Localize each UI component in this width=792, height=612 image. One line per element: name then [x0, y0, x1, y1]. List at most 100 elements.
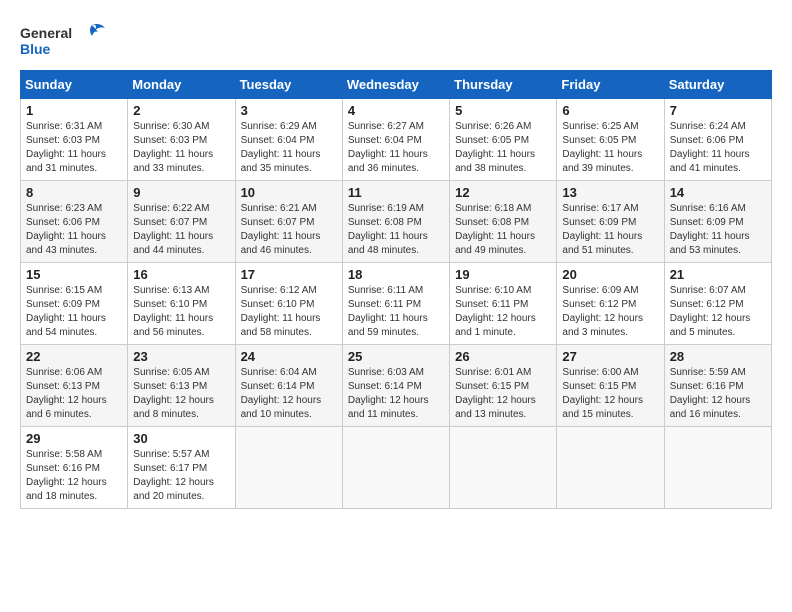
day-info: Sunrise: 6:17 AM Sunset: 6:09 PM Dayligh… — [562, 202, 658, 258]
day-number: 22 — [26, 349, 122, 364]
svg-text:General: General — [20, 25, 72, 41]
calendar-day-cell — [342, 427, 449, 509]
day-info: Sunrise: 5:59 AM Sunset: 6:16 PM Dayligh… — [670, 366, 766, 422]
day-of-week-header: Wednesday — [342, 71, 449, 99]
day-of-week-header: Thursday — [450, 71, 557, 99]
calendar-week-row: 8Sunrise: 6:23 AM Sunset: 6:06 PM Daylig… — [21, 181, 772, 263]
day-number: 14 — [670, 185, 766, 200]
day-info: Sunrise: 6:24 AM Sunset: 6:06 PM Dayligh… — [670, 120, 766, 176]
calendar-day-cell: 30 Sunrise: 5:57 AM Sunset: 6:17 PM Dayli… — [128, 427, 235, 509]
day-number: 24 — [241, 349, 337, 364]
day-info: Sunrise: 6:26 AM Sunset: 6:05 PM Dayligh… — [455, 120, 551, 176]
day-info: Sunrise: 5:58 AM Sunset: 6:16 PM Dayligh… — [26, 448, 122, 504]
calendar-day-cell: 6 Sunrise: 6:25 AM Sunset: 6:05 PM Daylig… — [557, 99, 664, 181]
day-of-week-header: Tuesday — [235, 71, 342, 99]
calendar-day-cell: 28 Sunrise: 5:59 AM Sunset: 6:16 PM Dayli… — [664, 345, 771, 427]
day-info: Sunrise: 6:22 AM Sunset: 6:07 PM Dayligh… — [133, 202, 229, 258]
day-number: 30 — [133, 431, 229, 446]
day-info: Sunrise: 6:12 AM Sunset: 6:10 PM Dayligh… — [241, 284, 337, 340]
day-info: Sunrise: 6:15 AM Sunset: 6:09 PM Dayligh… — [26, 284, 122, 340]
logo: General Blue — [20, 20, 110, 60]
day-info: Sunrise: 6:16 AM Sunset: 6:09 PM Dayligh… — [670, 202, 766, 258]
day-number: 12 — [455, 185, 551, 200]
calendar-week-row: 29 Sunrise: 5:58 AM Sunset: 6:16 PM Dayli… — [21, 427, 772, 509]
day-number: 13 — [562, 185, 658, 200]
logo-icon: General Blue — [20, 20, 110, 60]
calendar-day-cell: 14 Sunrise: 6:16 AM Sunset: 6:09 PM Dayli… — [664, 181, 771, 263]
day-info: Sunrise: 6:30 AM Sunset: 6:03 PM Dayligh… — [133, 120, 229, 176]
day-info: Sunrise: 6:07 AM Sunset: 6:12 PM Dayligh… — [670, 284, 766, 340]
calendar-body: 1 Sunrise: 6:31 AM Sunset: 6:03 PM Daylig… — [21, 99, 772, 509]
day-of-week-header: Sunday — [21, 71, 128, 99]
calendar-header: SundayMondayTuesdayWednesdayThursdayFrid… — [21, 71, 772, 99]
calendar-day-cell: 29 Sunrise: 5:58 AM Sunset: 6:16 PM Dayli… — [21, 427, 128, 509]
calendar-day-cell: 1 Sunrise: 6:31 AM Sunset: 6:03 PM Daylig… — [21, 99, 128, 181]
day-number: 6 — [562, 103, 658, 118]
calendar-day-cell: 15 Sunrise: 6:15 AM Sunset: 6:09 PM Dayli… — [21, 263, 128, 345]
day-number: 8 — [26, 185, 122, 200]
day-number: 23 — [133, 349, 229, 364]
calendar-day-cell: 7 Sunrise: 6:24 AM Sunset: 6:06 PM Daylig… — [664, 99, 771, 181]
calendar-day-cell: 12 Sunrise: 6:18 AM Sunset: 6:08 PM Dayli… — [450, 181, 557, 263]
calendar-day-cell: 16 Sunrise: 6:13 AM Sunset: 6:10 PM Dayli… — [128, 263, 235, 345]
day-info: Sunrise: 6:01 AM Sunset: 6:15 PM Dayligh… — [455, 366, 551, 422]
day-number: 7 — [670, 103, 766, 118]
day-number: 21 — [670, 267, 766, 282]
calendar-day-cell: 23 Sunrise: 6:05 AM Sunset: 6:13 PM Dayli… — [128, 345, 235, 427]
day-number: 25 — [348, 349, 444, 364]
day-info: Sunrise: 6:00 AM Sunset: 6:15 PM Dayligh… — [562, 366, 658, 422]
calendar-day-cell: 9 Sunrise: 6:22 AM Sunset: 6:07 PM Daylig… — [128, 181, 235, 263]
day-of-week-header: Friday — [557, 71, 664, 99]
calendar-day-cell: 26 Sunrise: 6:01 AM Sunset: 6:15 PM Dayli… — [450, 345, 557, 427]
day-number: 1 — [26, 103, 122, 118]
day-info: Sunrise: 6:09 AM Sunset: 6:12 PM Dayligh… — [562, 284, 658, 340]
calendar-day-cell: 17 Sunrise: 6:12 AM Sunset: 6:10 PM Dayli… — [235, 263, 342, 345]
calendar-day-cell: 24Sunrise: 6:04 AM Sunset: 6:14 PM Dayli… — [235, 345, 342, 427]
calendar-day-cell: 3 Sunrise: 6:29 AM Sunset: 6:04 PM Daylig… — [235, 99, 342, 181]
calendar-week-row: 22 Sunrise: 6:06 AM Sunset: 6:13 PM Dayli… — [21, 345, 772, 427]
calendar-day-cell: 25 Sunrise: 6:03 AM Sunset: 6:14 PM Dayli… — [342, 345, 449, 427]
day-info: Sunrise: 6:13 AM Sunset: 6:10 PM Dayligh… — [133, 284, 229, 340]
page-header: General Blue — [20, 20, 772, 60]
day-of-week-header: Saturday — [664, 71, 771, 99]
calendar-day-cell — [235, 427, 342, 509]
calendar-table: SundayMondayTuesdayWednesdayThursdayFrid… — [20, 70, 772, 509]
day-number: 17 — [241, 267, 337, 282]
day-info: Sunrise: 6:18 AM Sunset: 6:08 PM Dayligh… — [455, 202, 551, 258]
day-number: 3 — [241, 103, 337, 118]
calendar-day-cell — [664, 427, 771, 509]
day-info: Sunrise: 6:27 AM Sunset: 6:04 PM Dayligh… — [348, 120, 444, 176]
day-number: 2 — [133, 103, 229, 118]
day-info: Sunrise: 6:03 AM Sunset: 6:14 PM Dayligh… — [348, 366, 444, 422]
day-number: 20 — [562, 267, 658, 282]
day-number: 15 — [26, 267, 122, 282]
calendar-day-cell: 18Sunrise: 6:11 AM Sunset: 6:11 PM Dayli… — [342, 263, 449, 345]
day-number: 9 — [133, 185, 229, 200]
calendar-day-cell: 5Sunrise: 6:26 AM Sunset: 6:05 PM Daylig… — [450, 99, 557, 181]
day-of-week-header: Monday — [128, 71, 235, 99]
calendar-day-cell: 22 Sunrise: 6:06 AM Sunset: 6:13 PM Dayli… — [21, 345, 128, 427]
days-of-week-row: SundayMondayTuesdayWednesdayThursdayFrid… — [21, 71, 772, 99]
calendar-day-cell: 13 Sunrise: 6:17 AM Sunset: 6:09 PM Dayli… — [557, 181, 664, 263]
day-info: Sunrise: 6:25 AM Sunset: 6:05 PM Dayligh… — [562, 120, 658, 176]
day-info: Sunrise: 6:05 AM Sunset: 6:13 PM Dayligh… — [133, 366, 229, 422]
day-number: 28 — [670, 349, 766, 364]
svg-text:Blue: Blue — [20, 41, 51, 57]
day-number: 16 — [133, 267, 229, 282]
calendar-day-cell: 11Sunrise: 6:19 AM Sunset: 6:08 PM Dayli… — [342, 181, 449, 263]
calendar-day-cell — [450, 427, 557, 509]
day-number: 26 — [455, 349, 551, 364]
day-info: Sunrise: 6:06 AM Sunset: 6:13 PM Dayligh… — [26, 366, 122, 422]
day-info: Sunrise: 6:29 AM Sunset: 6:04 PM Dayligh… — [241, 120, 337, 176]
day-number: 29 — [26, 431, 122, 446]
calendar-day-cell: 27 Sunrise: 6:00 AM Sunset: 6:15 PM Dayli… — [557, 345, 664, 427]
day-info: Sunrise: 6:31 AM Sunset: 6:03 PM Dayligh… — [26, 120, 122, 176]
calendar-day-cell: 8Sunrise: 6:23 AM Sunset: 6:06 PM Daylig… — [21, 181, 128, 263]
calendar-day-cell: 21 Sunrise: 6:07 AM Sunset: 6:12 PM Dayli… — [664, 263, 771, 345]
day-number: 27 — [562, 349, 658, 364]
day-number: 11 — [348, 185, 444, 200]
day-info: Sunrise: 5:57 AM Sunset: 6:17 PM Dayligh… — [133, 448, 229, 504]
day-info: Sunrise: 6:11 AM Sunset: 6:11 PM Dayligh… — [348, 284, 444, 340]
day-info: Sunrise: 6:10 AM Sunset: 6:11 PM Dayligh… — [455, 284, 551, 340]
calendar-day-cell: 19Sunrise: 6:10 AM Sunset: 6:11 PM Dayli… — [450, 263, 557, 345]
